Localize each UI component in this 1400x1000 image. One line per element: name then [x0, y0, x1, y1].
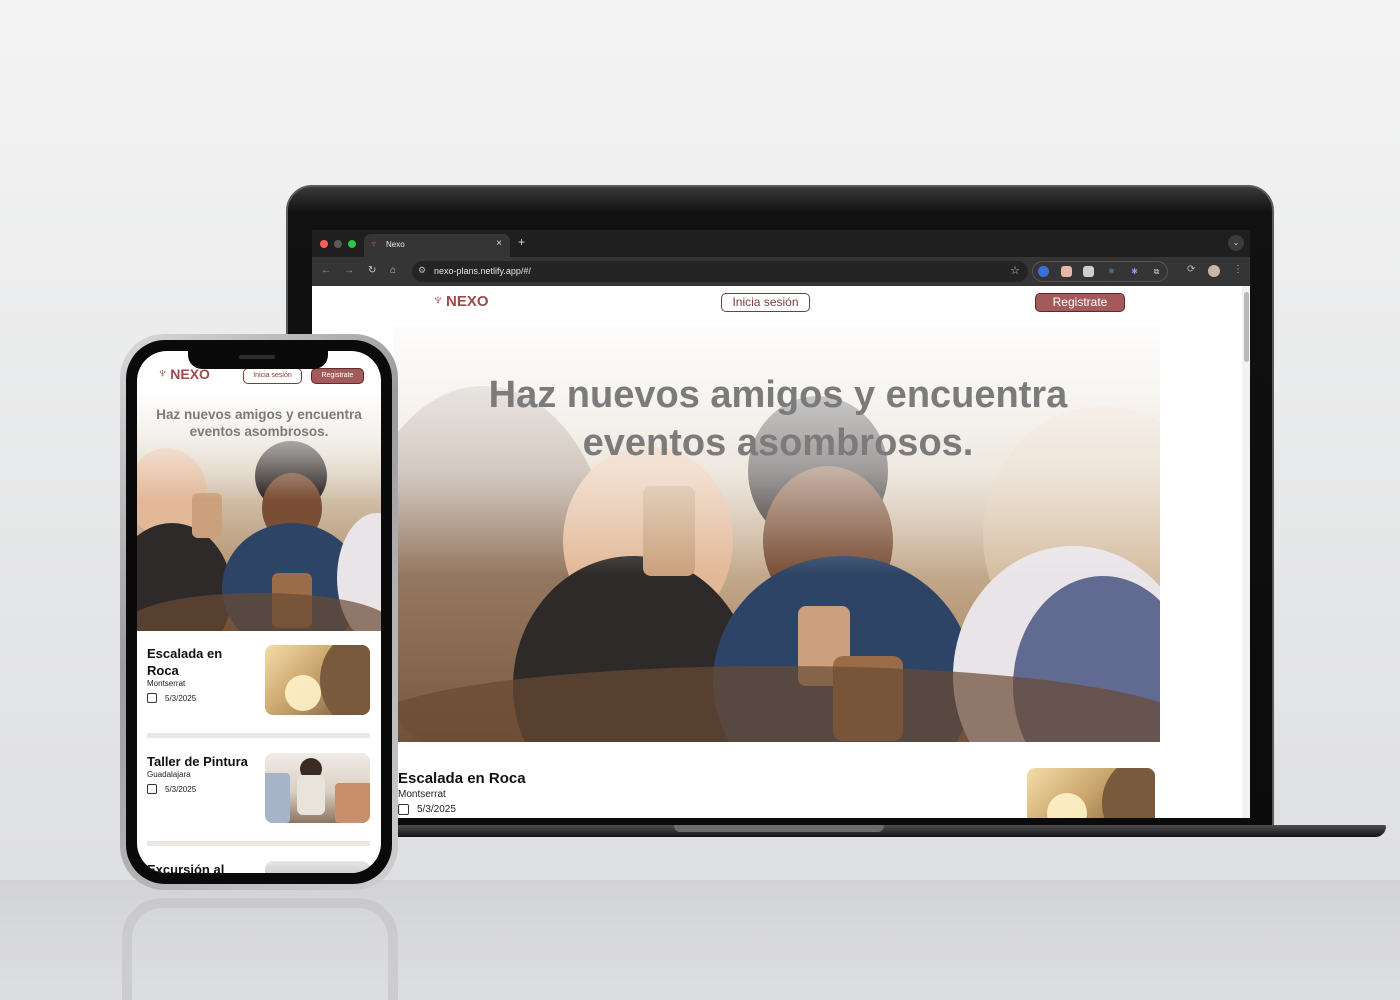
sync-icon[interactable]: ⟳	[1187, 264, 1195, 275]
nexo-logo-icon: ♆	[432, 292, 444, 309]
event-card[interactable]: Excursión al	[147, 861, 371, 873]
event-date: 5/3/2025	[165, 693, 197, 703]
tab-title: Nexo	[386, 240, 405, 249]
login-button[interactable]: Inicia sesión	[721, 293, 810, 312]
extension-1-icon[interactable]	[1038, 266, 1049, 277]
extension-2-icon[interactable]	[1061, 266, 1072, 277]
divider	[147, 733, 370, 738]
laptop-lid: ♆ Nexo × + ⌄ ← → ↻ ⌂ ⚙ nexo-plans.netlif…	[286, 185, 1274, 830]
event-date: 5/3/2025	[417, 804, 456, 815]
forward-arrow-icon[interactable]: →	[344, 265, 354, 276]
nexo-favicon-icon: ♆	[370, 239, 378, 250]
login-button[interactable]: Inicia sesión	[243, 368, 302, 384]
phone-notch	[188, 351, 328, 369]
extension-3-icon[interactable]	[1083, 266, 1094, 277]
maximize-window-button[interactable]	[348, 240, 356, 248]
event-title[interactable]: Escalada en Roca	[147, 645, 247, 679]
divider	[147, 841, 370, 846]
browser-toolbar: ← → ↻ ⌂ ⚙ nexo-plans.netlify.app/#/ ☆ ⚛ …	[312, 257, 1250, 286]
signup-button[interactable]: Registrate	[1035, 293, 1125, 312]
laptop-mockup: ♆ Nexo × + ⌄ ← → ↻ ⌂ ⚙ nexo-plans.netlif…	[286, 185, 1386, 865]
calendar-icon	[147, 693, 157, 703]
scrollbar-thumb[interactable]	[1244, 292, 1249, 362]
site-settings-icon[interactable]: ⚙	[418, 265, 426, 276]
event-image[interactable]	[265, 645, 370, 715]
close-window-button[interactable]	[320, 240, 328, 248]
event-image[interactable]	[265, 753, 370, 823]
laptop-base	[286, 825, 1386, 855]
react-devtools-icon[interactable]: ⚛	[1106, 266, 1117, 277]
event-card[interactable]: Escalada en Roca Montserrat 5/3/2025	[147, 645, 371, 715]
reload-icon[interactable]: ↻	[368, 265, 376, 276]
hero-section: Haz nuevos amigos y encuentra eventos as…	[137, 393, 381, 631]
phone-reflection	[122, 898, 398, 1000]
signup-button[interactable]: Registrate	[311, 368, 364, 384]
tab-search-chevron-icon[interactable]: ⌄	[1228, 235, 1244, 251]
nexo-logo[interactable]: ♆ NEXO	[432, 292, 489, 310]
phone-screen: ♆ NEXO Inicia sesión Registrate Haz nuev…	[137, 351, 381, 873]
tab-close-icon[interactable]: ×	[496, 238, 502, 249]
profile-avatar[interactable]	[1208, 265, 1220, 277]
event-image[interactable]	[1027, 768, 1155, 818]
minimize-window-button[interactable]	[334, 240, 342, 248]
event-card[interactable]: Taller de Pintura Guadalajara 5/3/2025	[147, 753, 371, 823]
nexo-logo-icon: ♆	[157, 365, 169, 382]
url-text[interactable]: nexo-plans.netlify.app/#/	[434, 266, 531, 276]
extensions-puzzle-icon[interactable]: ⧉	[1151, 266, 1162, 277]
phone-mockup: ♆ NEXO Inicia sesión Registrate Haz nuev…	[120, 334, 398, 890]
browser-tab[interactable]: ♆ Nexo ×	[364, 234, 510, 257]
page-scrollbar[interactable]	[1242, 286, 1250, 818]
event-image[interactable]	[265, 861, 370, 873]
calendar-icon	[398, 804, 409, 815]
laptop-screen: ♆ Nexo × + ⌄ ← → ↻ ⌂ ⚙ nexo-plans.netlif…	[312, 230, 1250, 818]
extension-5-icon[interactable]: ✱	[1129, 266, 1140, 277]
extensions-group: ⚛ ✱ ⧉	[1032, 261, 1168, 282]
calendar-icon	[147, 784, 157, 794]
logo-text: NEXO	[446, 292, 489, 310]
back-arrow-icon[interactable]: ←	[321, 265, 331, 276]
page-viewport: ♆ NEXO Inicia sesión Registrate Haz nuev…	[312, 286, 1250, 818]
hero-title: Haz nuevos amigos y encuentra eventos as…	[488, 374, 1068, 464]
bookmark-star-icon[interactable]: ☆	[1010, 264, 1020, 277]
hero-section: Haz nuevos amigos y encuentra eventos as…	[393, 326, 1160, 742]
hero-title: Haz nuevos amigos y encuentra eventos as…	[156, 407, 362, 439]
event-date: 5/3/2025	[165, 784, 197, 794]
new-tab-button[interactable]: +	[518, 235, 525, 249]
address-bar[interactable]: ⚙ nexo-plans.netlify.app/#/ ☆	[412, 261, 1028, 282]
event-card[interactable]: Escalada en Roca Montserrat 5/3/2025	[398, 768, 1158, 818]
phone-speaker	[239, 355, 275, 359]
home-icon[interactable]: ⌂	[390, 265, 396, 276]
browser-tab-strip: ♆ Nexo × + ⌄	[312, 230, 1250, 257]
more-menu-icon[interactable]: ⋮	[1233, 264, 1243, 275]
event-title[interactable]: Taller de Pintura	[147, 753, 259, 770]
